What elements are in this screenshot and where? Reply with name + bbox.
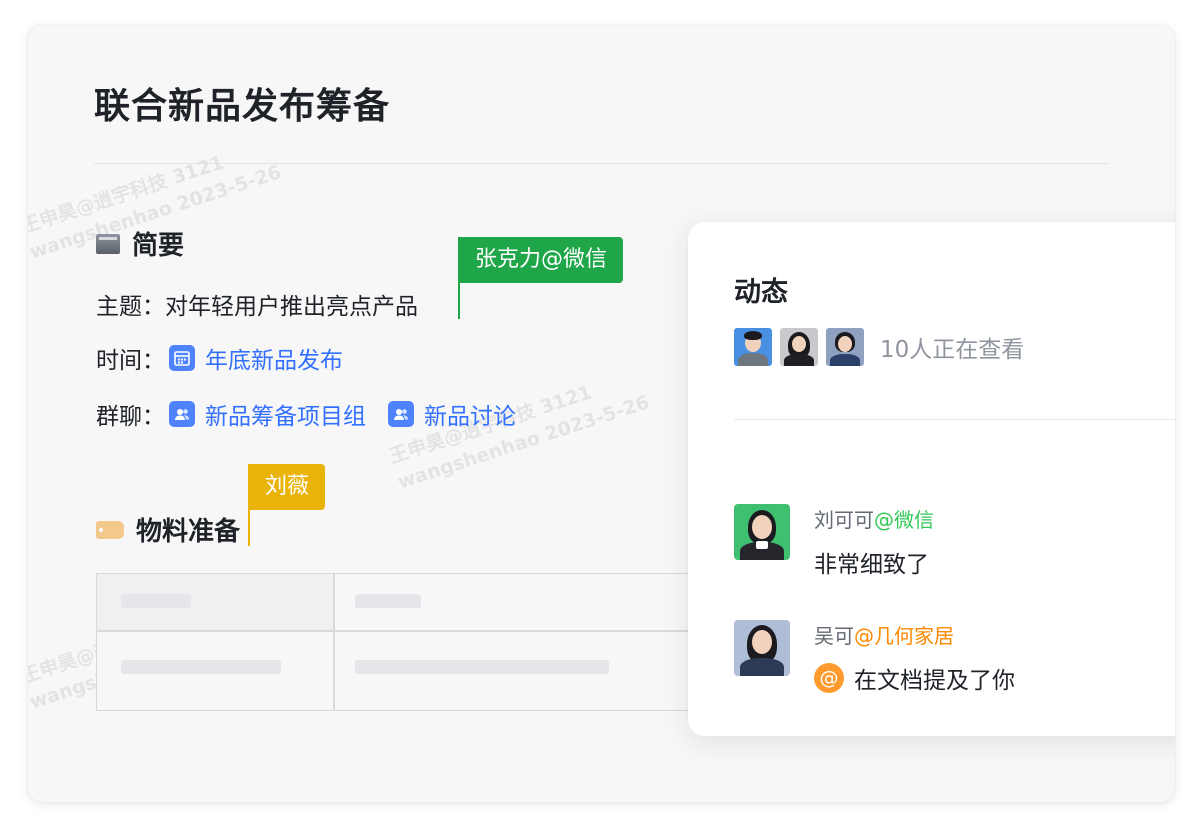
topic-row[interactable]: 主题： 对年轻用户推出亮点产品 [96, 287, 418, 321]
table-placeholder [355, 660, 609, 674]
group-chat-text: 新品讨论 [424, 404, 516, 430]
book-icon [96, 233, 120, 254]
table-column-divider [333, 574, 335, 710]
summary-heading[interactable]: 简要 [96, 225, 184, 262]
avatar [734, 504, 790, 560]
materials-table[interactable] [96, 573, 696, 711]
collaborator-cursor-flag: 刘薇 [249, 464, 326, 510]
table-row-divider [97, 630, 695, 632]
title-divider [94, 163, 1108, 164]
viewers-row[interactable]: 10人正在查看 [734, 328, 1024, 366]
avatar [734, 620, 790, 676]
mention-icon: @ [814, 663, 844, 693]
activity-panel: 动态 10人正在查看 刘可可@微信 非常细致了 吴可@几何家居 @ 在文档提及了… [688, 222, 1175, 736]
avatar [780, 328, 818, 366]
calendar-event-link[interactable]: 年底新品发布 [165, 341, 343, 375]
time-row: 时间： 年底新品发布 [96, 341, 343, 375]
table-placeholder [355, 594, 421, 608]
avatar [734, 328, 772, 366]
document-window: 王申昊@逍宇科技 3121 wangshenhao 2023-5-26 王申昊@逍… [28, 25, 1175, 802]
activity-title: 动态 [734, 277, 788, 308]
group-row: 群聊： 新品筹备项目组 新品讨论 [96, 397, 516, 431]
materials-heading[interactable]: 物料准备 [96, 511, 240, 548]
group-chat-text: 新品筹备项目组 [205, 404, 366, 430]
topic-label: 主题： [96, 294, 165, 320]
table-placeholder [121, 594, 191, 608]
author-org: @微信 [874, 508, 934, 532]
group-chat-icon [388, 401, 414, 427]
table-placeholder [121, 660, 281, 674]
collaborator-cursor-line [458, 237, 460, 319]
topic-value: 对年轻用户推出亮点产品 [165, 294, 418, 320]
group-label: 群聊： [96, 404, 165, 430]
tag-icon [96, 520, 124, 539]
summary-heading-text: 简要 [132, 231, 185, 261]
panel-divider [734, 419, 1175, 420]
author-org: @几何家居 [854, 624, 954, 648]
activity-author: 吴可@几何家居 [814, 624, 954, 648]
activity-item[interactable]: 刘可可@微信 非常细致了 [734, 504, 934, 579]
collaborator-cursor-flag: 张克力@微信 [459, 237, 624, 283]
activity-text: @ 在文档提及了你 [814, 661, 1015, 695]
activity-author: 刘可可@微信 [814, 508, 934, 532]
activity-text: 非常细致了 [814, 552, 929, 578]
avatar [826, 328, 864, 366]
viewers-count: 10人正在查看 [880, 337, 1025, 363]
group-chat-link[interactable]: 新品筹备项目组 [165, 397, 366, 431]
activity-item[interactable]: 吴可@几何家居 @ 在文档提及了你 [734, 620, 1015, 695]
calendar-icon [169, 345, 195, 371]
materials-heading-text: 物料准备 [136, 517, 241, 547]
time-label: 时间： [96, 348, 165, 374]
document-title[interactable]: 联合新品发布筹备 [94, 77, 390, 129]
group-chat-icon [169, 401, 195, 427]
collaborator-cursor-line [248, 464, 250, 546]
calendar-event-text: 年底新品发布 [205, 348, 343, 374]
group-chat-link[interactable]: 新品讨论 [384, 397, 516, 431]
